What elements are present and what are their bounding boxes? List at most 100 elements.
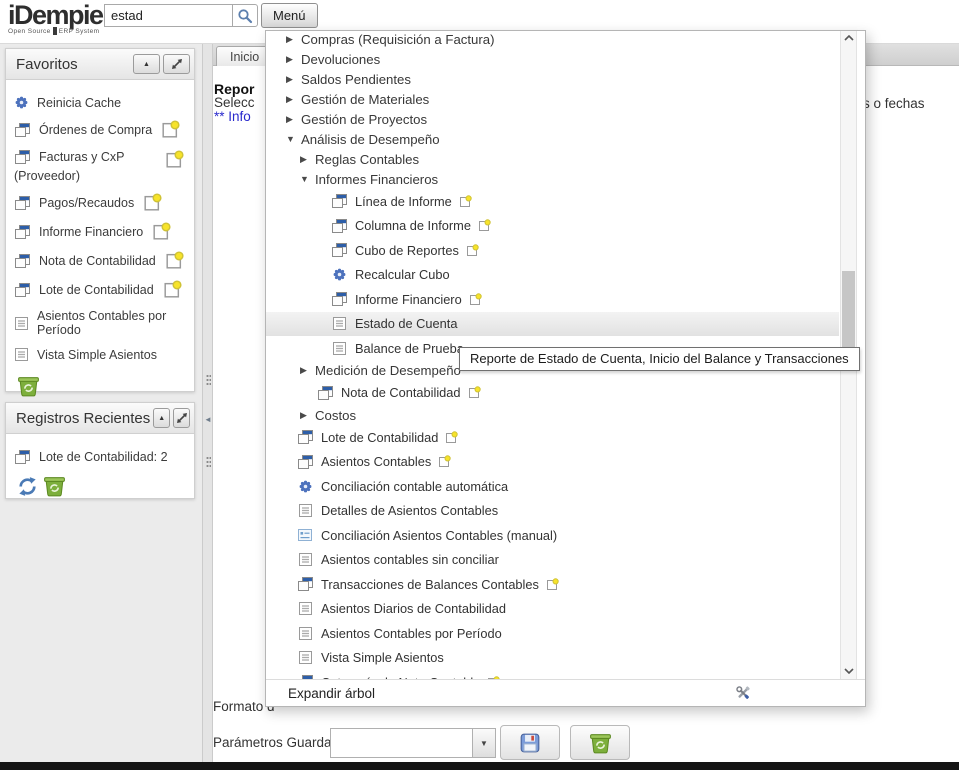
menu-item-categoría-de-nota-contable[interactable]: Categoría de Nota Contable [266, 670, 839, 679]
menu-folder-reglas-contables[interactable]: ▶Reglas Contables [266, 149, 839, 169]
menu-item-conciliación-asientos-contables-manual[interactable]: Conciliación Asientos Contables (manual) [266, 523, 839, 548]
note-icon[interactable] [165, 150, 184, 169]
tree-collapsed-arrow-icon[interactable]: ▶ [286, 114, 301, 125]
trash-icon[interactable] [16, 375, 194, 397]
menu-item-asientos-diarios-de-contabilidad[interactable]: Asientos Diarios de Contabilidad [266, 597, 839, 622]
menu-item-lote-de-contabilidad[interactable]: Lote de Contabilidad [266, 425, 839, 450]
menu-item-cubo-de-reportes[interactable]: Cubo de Reportes [266, 238, 839, 263]
tree-collapsed-arrow-icon[interactable]: ▶ [286, 54, 301, 65]
note-icon[interactable] [468, 386, 481, 399]
recent-expand-button[interactable] [173, 408, 190, 428]
menu-folder-gestión-de-proyectos[interactable]: ▶Gestión de Proyectos [266, 109, 839, 129]
tools-wrench-icon[interactable] [734, 684, 752, 702]
note-icon[interactable] [163, 280, 182, 299]
menu-folder-costos[interactable]: ▶Costos [266, 405, 839, 425]
menu-item-columna-de-informe[interactable]: Columna de Informe [266, 214, 839, 239]
sidebar-splitter[interactable]: ◄ [202, 44, 213, 762]
note-icon[interactable] [161, 120, 180, 139]
menu-folder-gestión-de-materiales[interactable]: ▶Gestión de Materiales [266, 89, 839, 109]
recent-collapse-button[interactable]: ▲ [153, 408, 170, 428]
saved-parameters-combo: ▼ [330, 728, 496, 758]
saved-parameters-input[interactable] [330, 728, 472, 758]
note-icon[interactable] [478, 219, 491, 232]
menu-item-recalcular-cubo[interactable]: Recalcular Cubo [266, 263, 839, 288]
menu-item-detalles-de-asientos-contables[interactable]: Detalles de Asientos Contables [266, 499, 839, 524]
splitter-grip-icon[interactable] [206, 374, 211, 387]
note-icon[interactable] [459, 195, 472, 208]
note-icon[interactable] [165, 251, 184, 270]
menu-item-vista-simple-asientos[interactable]: Vista Simple Asientos [266, 646, 839, 671]
menu-item-transacciones-de-balances-contables[interactable]: Transacciones de Balances Contables [266, 572, 839, 597]
form-icon [296, 528, 314, 542]
delete-parameters-button[interactable] [570, 725, 630, 760]
note-icon[interactable] [469, 293, 482, 306]
scrollbar-thumb[interactable] [842, 271, 855, 353]
tree-expanded-arrow-icon[interactable]: ▼ [300, 174, 315, 184]
note-icon[interactable] [152, 222, 171, 241]
scroll-up-icon[interactable] [844, 35, 854, 41]
menu-item-asientos-contables-por-período[interactable]: Asientos Contables por Período [266, 621, 839, 646]
menu-item-label: Asientos Contables por Período [321, 626, 502, 641]
favorite-item-pagos-recaudos[interactable]: Pagos/Recaudos [14, 193, 186, 212]
search-button[interactable] [232, 4, 258, 27]
favorite-item-vista-simple-asientos[interactable]: Vista Simple Asientos [14, 347, 186, 362]
menu-item-informe-financiero[interactable]: Informe Financiero [266, 287, 839, 312]
tree-collapsed-arrow-icon[interactable]: ▶ [300, 410, 315, 421]
floppy-save-icon [519, 732, 541, 754]
note-icon[interactable] [445, 431, 458, 444]
menu-item-estado-de-cuenta[interactable]: Estado de Cuenta [266, 312, 839, 337]
menu-item-label: Asientos contables sin conciliar [321, 552, 499, 567]
menu-item-nota-de-contabilidad[interactable]: Nota de Contabilidad [266, 381, 839, 406]
favorite-item-label: Lote de Contabilidad: 2 [39, 450, 168, 464]
favorites-collapse-button[interactable]: ▲ [133, 54, 160, 74]
tree-collapsed-arrow-icon[interactable]: ▶ [300, 365, 315, 376]
info-link-fragment[interactable]: ** Info [214, 109, 251, 124]
scroll-down-icon[interactable] [844, 668, 854, 674]
menu-button[interactable]: Menú [261, 3, 318, 28]
menu-item-conciliación-contable-automática[interactable]: Conciliación contable automática [266, 474, 839, 499]
splitter-grip-icon[interactable] [206, 456, 211, 469]
favorite-item-reinicia-cache[interactable]: Reinicia Cache [14, 95, 186, 110]
menu-item-asientos-contables-sin-conciliar[interactable]: Asientos contables sin conciliar [266, 548, 839, 573]
menu-folder-análisis-de-desempeño[interactable]: ▼Análisis de Desempeño [266, 129, 839, 149]
favorite-item-órdenes-de-compra[interactable]: Órdenes de Compra [14, 120, 186, 139]
note-icon[interactable] [466, 244, 479, 257]
favorite-item-informe-financiero[interactable]: Informe Financiero [14, 222, 186, 241]
expand-tree-label[interactable]: Expandir árbol [288, 686, 375, 701]
refresh-icon[interactable] [16, 476, 39, 497]
search-input[interactable] [104, 4, 232, 27]
save-parameters-button[interactable] [500, 725, 560, 760]
favorite-item-lote-de-contabilidad[interactable]: Lote de Contabilidad [14, 280, 186, 299]
report-icon [296, 626, 314, 641]
chevron-down-icon: ▼ [480, 739, 488, 748]
favorite-item-asientos-contables-por-período[interactable]: Asientos Contables por Período [14, 309, 186, 337]
favorite-item-label: Vista Simple Asientos [37, 348, 157, 362]
menu-popup: ▶Compras (Requisición a Factura)▶Devoluc… [265, 30, 866, 707]
trash-icon[interactable] [42, 475, 67, 497]
tree-expanded-arrow-icon[interactable]: ▼ [286, 134, 301, 144]
window-icon [330, 218, 348, 234]
combo-dropdown-button[interactable]: ▼ [472, 728, 496, 758]
splitter-collapse-icon[interactable]: ◄ [204, 415, 212, 424]
tree-collapsed-arrow-icon[interactable]: ▶ [286, 74, 301, 85]
note-icon[interactable] [438, 455, 451, 468]
menu-item-línea-de-informe[interactable]: Línea de Informe [266, 189, 839, 214]
favorite-item-facturas-y-cxp[interactable]: Facturas y CxP(Proveedor) [14, 149, 186, 183]
resize-diagonal-icon [176, 412, 188, 424]
collapse-up-icon: ▲ [158, 415, 165, 422]
menu-folder-saldos-pendientes[interactable]: ▶Saldos Pendientes [266, 69, 839, 89]
favorites-expand-button[interactable] [163, 54, 190, 74]
window-icon [14, 149, 31, 165]
menu-item-asientos-contables[interactable]: Asientos Contables [266, 450, 839, 475]
menu-folder-devoluciones[interactable]: ▶Devoluciones [266, 49, 839, 69]
favorite-item-lote-de-contabilidad-2[interactable]: Lote de Contabilidad: 2 [14, 449, 186, 465]
note-icon[interactable] [143, 193, 162, 212]
tree-collapsed-arrow-icon[interactable]: ▶ [286, 94, 301, 105]
favorite-item-nota-de-contabilidad[interactable]: Nota de Contabilidad [14, 251, 186, 270]
tree-collapsed-arrow-icon[interactable]: ▶ [300, 154, 315, 165]
tree-collapsed-arrow-icon[interactable]: ▶ [286, 34, 301, 45]
note-icon[interactable] [546, 578, 559, 591]
menu-folder-informes-financieros[interactable]: ▼Informes Financieros [266, 169, 839, 189]
menu-folder-compras-requisición-a-factura[interactable]: ▶Compras (Requisición a Factura) [266, 31, 839, 49]
window-icon [14, 253, 31, 269]
